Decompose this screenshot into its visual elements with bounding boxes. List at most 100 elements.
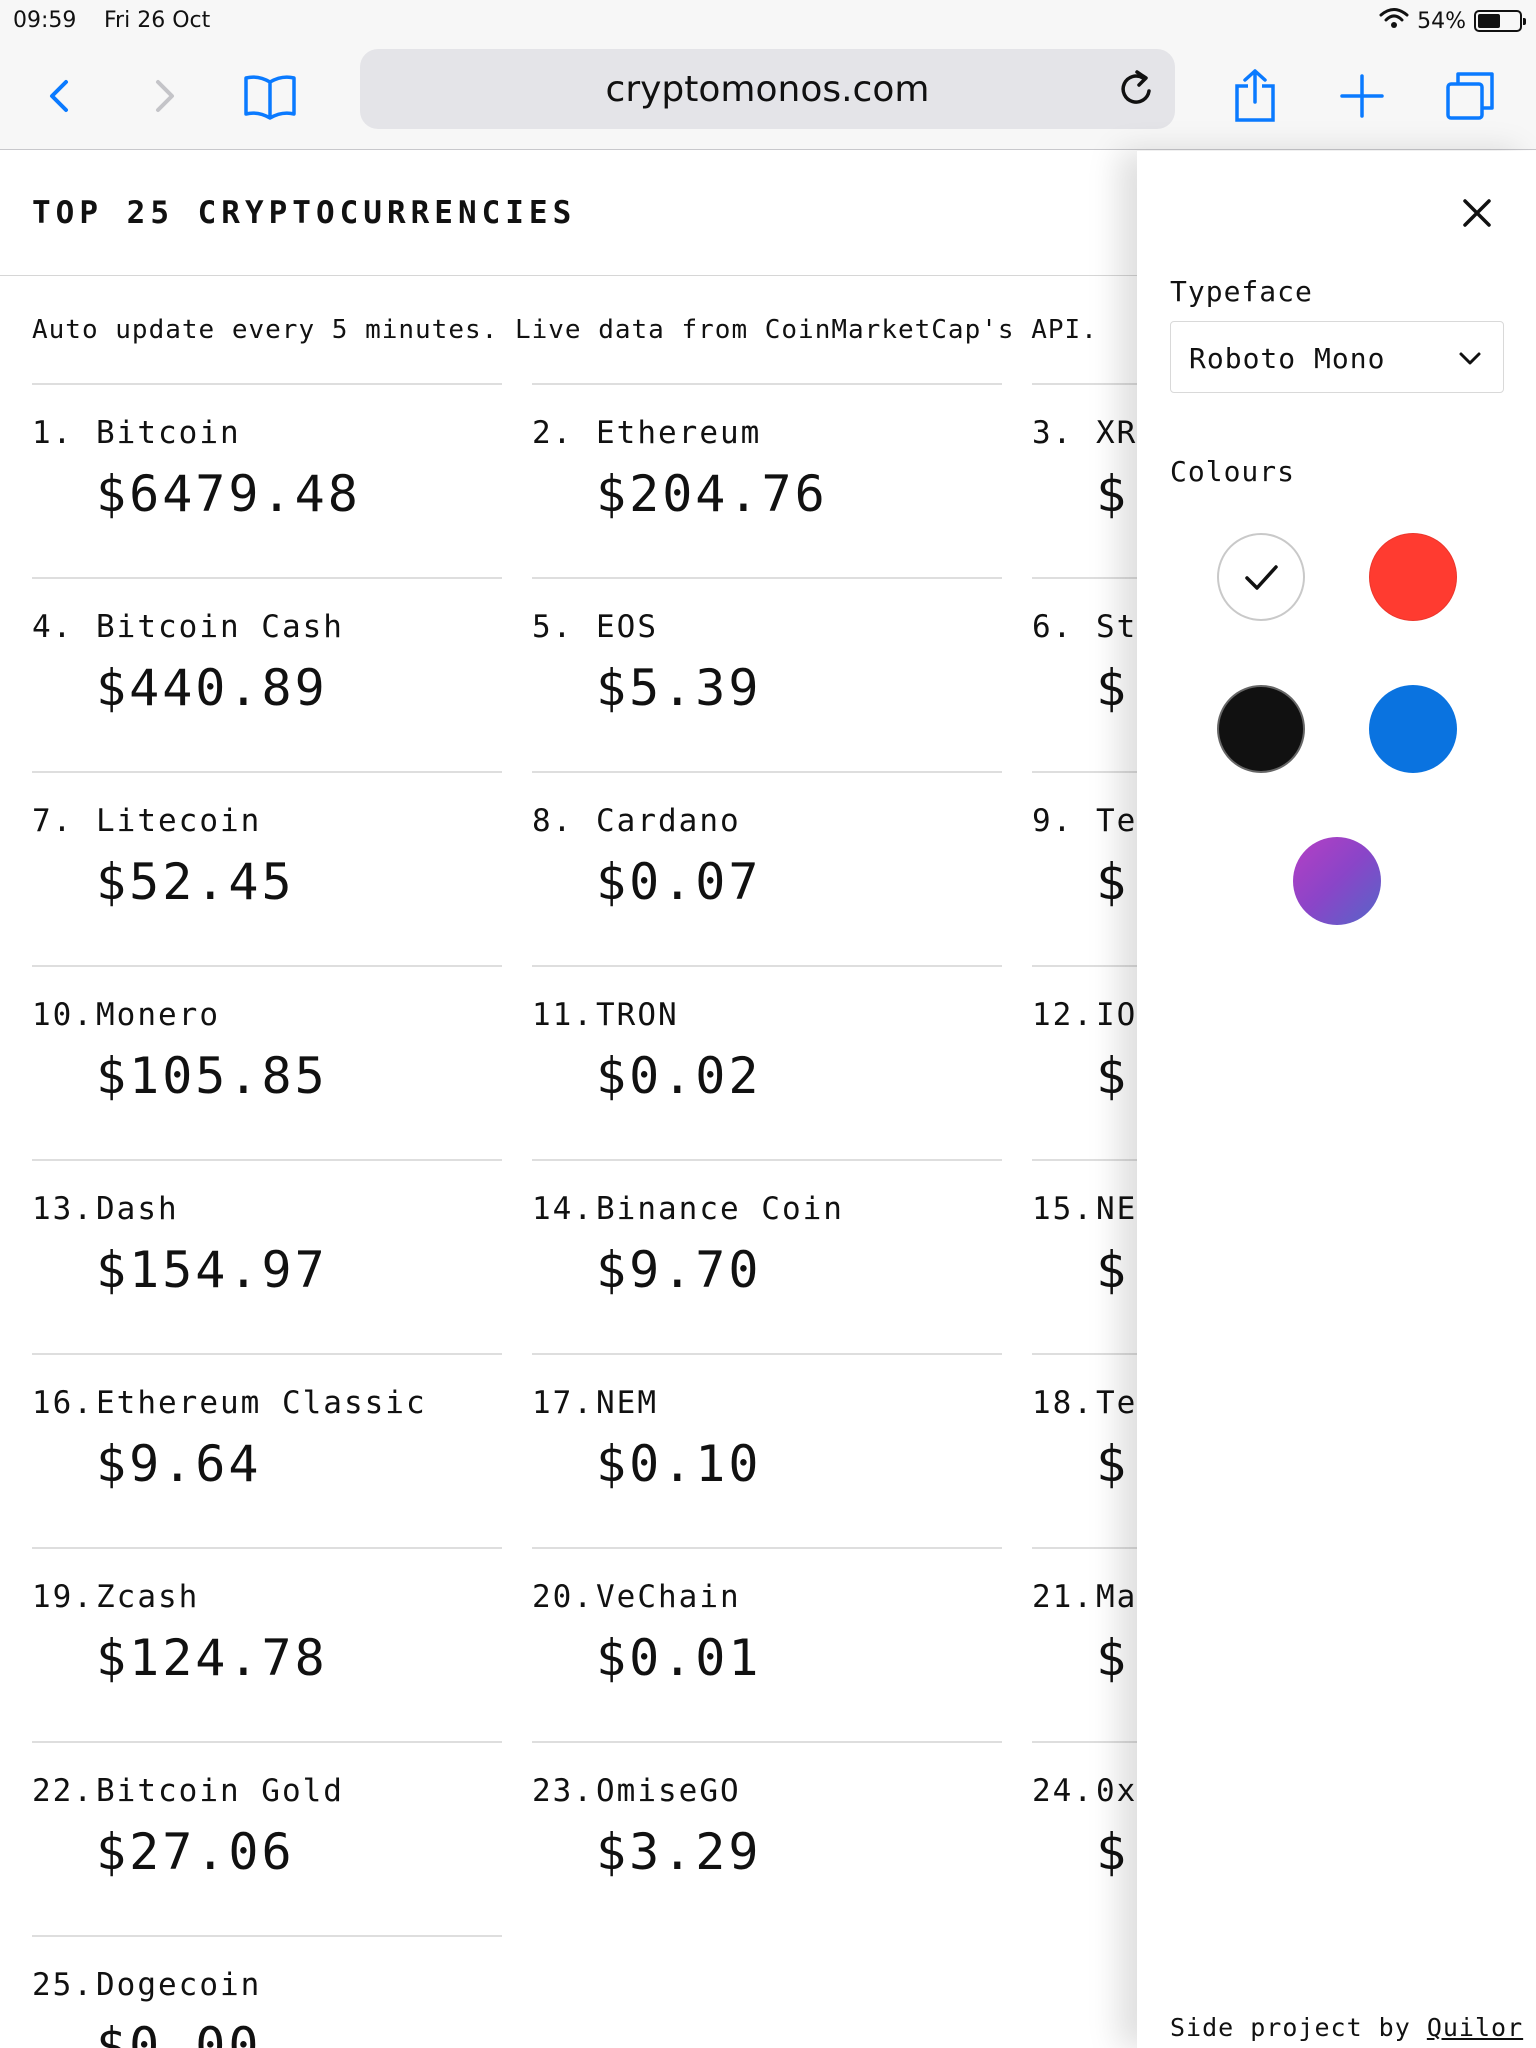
coin-name: Binance Coin <box>596 1191 844 1227</box>
bookmarks-button[interactable] <box>234 60 306 132</box>
coin-price: $( <box>1096 465 1137 523</box>
coin-card: 16. Ethereum Classic $9.64 <box>32 1353 502 1547</box>
colour-swatch-gradient[interactable] <box>1293 837 1381 925</box>
coin-rank: 21. <box>1032 1579 1094 1615</box>
chevron-left-icon <box>50 80 68 112</box>
coin-price: $0.10 <box>596 1435 762 1493</box>
wifi-icon <box>1379 7 1409 35</box>
divider <box>0 275 1137 276</box>
url-text[interactable]: cryptomonos.com <box>360 69 1175 110</box>
coin-name: Bitcoin Gold <box>96 1773 344 1809</box>
coin-name: Zcash <box>96 1579 200 1615</box>
close-icon <box>1463 199 1491 227</box>
coin-price: $154.97 <box>96 1241 328 1299</box>
coin-name: Bitcoin <box>96 415 241 451</box>
coin-rank: 7. <box>32 803 74 839</box>
coin-card: 13. Dash $154.97 <box>32 1159 502 1353</box>
coin-rank: 23. <box>532 1773 594 1809</box>
coin-card: 17. NEM $0.10 <box>532 1353 1002 1547</box>
reload-icon[interactable] <box>1115 67 1159 111</box>
settings-panel: Typeface Roboto Mono Colours Side projec… <box>1137 151 1536 2048</box>
coin-rank: 19. <box>32 1579 94 1615</box>
book-icon <box>244 75 296 120</box>
coin-name: EOS <box>596 609 658 645</box>
coin-name: XR <box>1096 415 1137 451</box>
coin-price: $5.39 <box>596 659 762 717</box>
tabs-icon <box>1446 72 1494 120</box>
coin-card: 5. EOS $5.39 <box>532 577 1002 771</box>
browser-toolbar: cryptomonos.com <box>0 42 1536 150</box>
footer-text: Side project by <box>1170 2013 1427 2042</box>
coin-card: 10. Monero $105.85 <box>32 965 502 1159</box>
coin-rank: 20. <box>532 1579 594 1615</box>
share-button[interactable] <box>1219 60 1291 132</box>
typeface-label: Typeface <box>1170 275 1313 308</box>
coin-card: 1. Bitcoin $6479.48 <box>32 383 502 577</box>
coin-card: 19. Zcash $124.78 <box>32 1547 502 1741</box>
coin-price: $3.29 <box>596 1823 762 1881</box>
quilor-link[interactable]: Quilor <box>1427 2013 1523 2042</box>
coin-rank: 11. <box>532 997 594 1033</box>
coin-name: Dogecoin <box>96 1967 262 2003</box>
coin-name: Te <box>1096 1385 1137 1421</box>
coin-price: $0.01 <box>596 1629 762 1687</box>
page-title: TOP 25 CRYPTOCURRENCIES <box>32 195 577 231</box>
coin-card: 22. Bitcoin Gold $27.06 <box>32 1741 502 1935</box>
coin-name: St <box>1096 609 1137 645</box>
back-button[interactable] <box>24 60 96 132</box>
coin-name: Litecoin <box>96 803 262 839</box>
colour-swatch-red[interactable] <box>1369 533 1457 621</box>
address-bar[interactable]: cryptomonos.com <box>360 49 1175 129</box>
coin-rank: 10. <box>32 997 94 1033</box>
coin-price: $105.85 <box>96 1047 328 1105</box>
colour-swatch-black[interactable] <box>1217 685 1305 773</box>
coin-name: TRON <box>596 997 679 1033</box>
share-icon <box>1235 69 1275 122</box>
coin-rank: 17. <box>532 1385 594 1421</box>
chevron-right-icon <box>156 80 174 112</box>
tabs-button[interactable] <box>1434 60 1506 132</box>
colour-swatch-blue[interactable] <box>1369 685 1457 773</box>
new-tab-button[interactable] <box>1326 60 1398 132</box>
coin-price: $' <box>1096 1241 1137 1299</box>
coin-rank: 4. <box>32 609 74 645</box>
coin-name: Ethereum Classic <box>96 1385 427 1421</box>
coin-card: 4. Bitcoin Cash $440.89 <box>32 577 502 771</box>
coin-rank: 3. <box>1032 415 1074 451</box>
coin-card: 12.IO $( <box>1032 965 1137 1159</box>
status-indicators: 54% <box>1379 7 1526 35</box>
plus-icon <box>1340 74 1384 118</box>
battery-level <box>1478 14 1500 28</box>
coin-name: OmiseGO <box>596 1773 741 1809</box>
coin-name: VeChain <box>596 1579 741 1615</box>
coin-price: $9.64 <box>96 1435 262 1493</box>
coin-rank: 8. <box>532 803 574 839</box>
typeface-select[interactable]: Roboto Mono <box>1170 321 1504 393</box>
coin-price: $124.78 <box>96 1629 328 1687</box>
coin-rank: 15. <box>1032 1191 1094 1227</box>
coin-rank: 5. <box>532 609 574 645</box>
coin-price: $' <box>1096 1435 1137 1493</box>
coin-rank: 1. <box>32 415 74 451</box>
coin-card: 9. Te $( <box>1032 771 1137 965</box>
coin-rank: 18. <box>1032 1385 1094 1421</box>
coin-name: NEM <box>596 1385 658 1421</box>
coin-rank: 9. <box>1032 803 1074 839</box>
footer-credit: Side project by Quilor <box>1170 2013 1523 2042</box>
forward-button[interactable] <box>128 60 200 132</box>
coin-name: Te <box>1096 803 1137 839</box>
close-button[interactable] <box>1457 193 1497 233</box>
status-time: 09:59 <box>13 8 77 33</box>
coin-card: 6. St $( <box>1032 577 1137 771</box>
coin-price: $440.89 <box>96 659 328 717</box>
coin-rank: 24. <box>1032 1773 1094 1809</box>
chevron-down-icon <box>1459 352 1481 365</box>
coin-price: $52.45 <box>96 853 295 911</box>
coin-price: $204.76 <box>596 465 828 523</box>
coin-price: $0.07 <box>596 853 762 911</box>
coin-price: $6479.48 <box>96 465 361 523</box>
colour-swatch-white[interactable] <box>1217 533 1305 621</box>
coin-price: $( <box>1096 1823 1137 1881</box>
coin-price: $( <box>1096 1629 1137 1687</box>
coin-card: 18.Te $' <box>1032 1353 1137 1547</box>
